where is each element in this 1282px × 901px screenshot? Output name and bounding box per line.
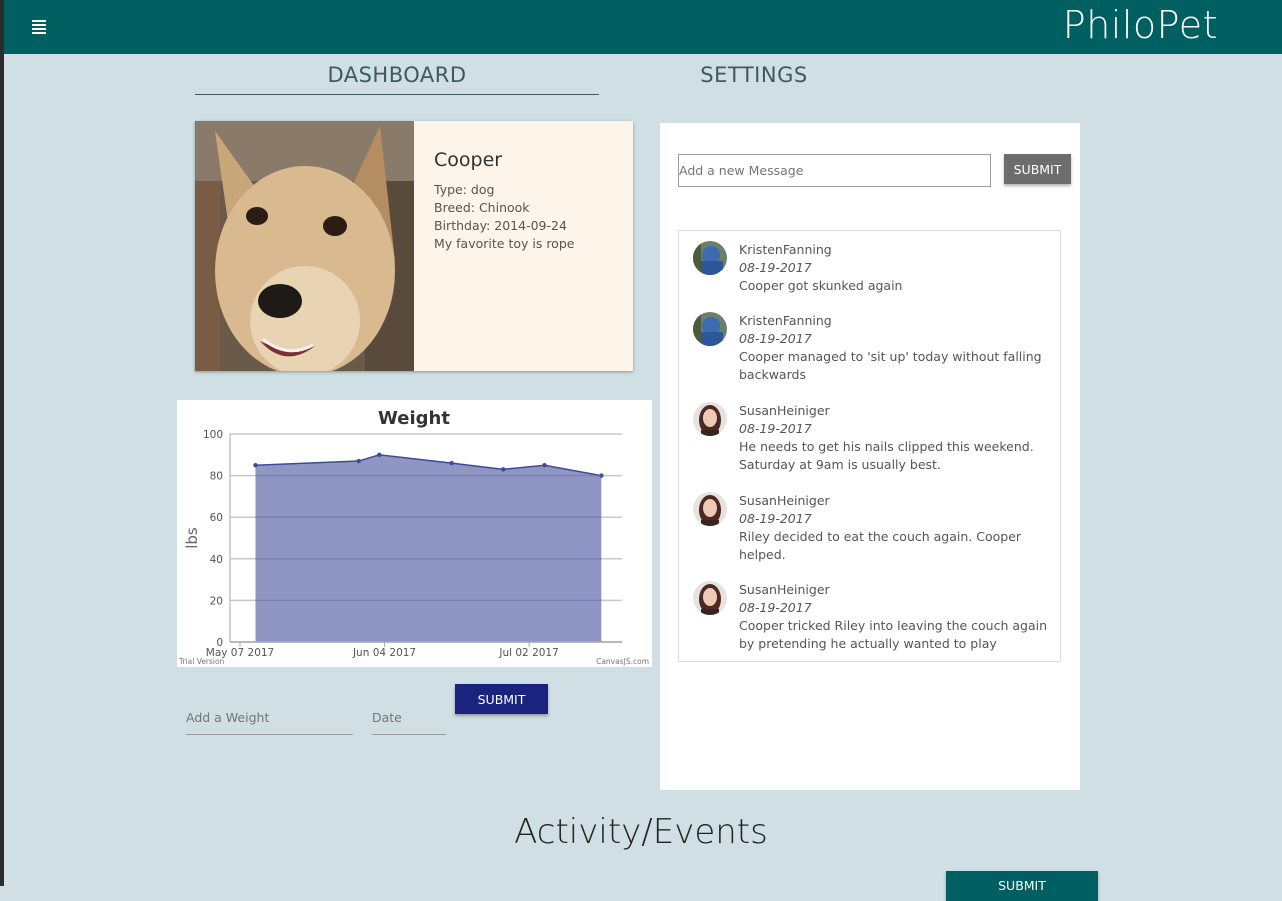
user-avatar bbox=[693, 402, 727, 436]
message-text: Riley decided to eat the couch again. Co… bbox=[739, 529, 1022, 562]
weight-point bbox=[542, 463, 547, 468]
message-date: 08-19-2017 bbox=[739, 511, 812, 526]
message-panel: SUBMIT KristenFanning 08-19-2017 Cooper go… bbox=[660, 123, 1080, 790]
message-content: KristenFanning 08-19-2017 Cooper got skunk… bbox=[739, 241, 1049, 295]
weight-chart-svg: Weight020406080100lbsMay 07 2017 Jun 04 2… bbox=[178, 408, 649, 666]
activity-events-title: Activity/Events bbox=[514, 812, 768, 852]
watermark-right: CanvasJS.com bbox=[596, 657, 649, 666]
window-edge bbox=[0, 0, 4, 886]
pet-photo bbox=[195, 121, 414, 371]
message-author: KristenFanning bbox=[739, 313, 832, 328]
message-date: 08-19-2017 bbox=[739, 260, 812, 275]
user-avatar bbox=[693, 241, 727, 275]
weight-point bbox=[253, 463, 258, 468]
x-tick-label: Jun 04 2017 bbox=[352, 647, 416, 659]
message-date: 08-19-2017 bbox=[739, 331, 812, 346]
message-author: KristenFanning bbox=[739, 242, 832, 257]
message-content: KristenFanning 08-19-2017 Cooper managed t… bbox=[739, 312, 1049, 384]
watermark-left: Trial Version bbox=[178, 657, 225, 666]
weight-submit-button[interactable]: SUBMIT bbox=[455, 684, 548, 714]
message-content: SusanHeiniger 08-19-2017 He needs to get h… bbox=[739, 402, 1049, 474]
message-date: 08-19-2017 bbox=[739, 600, 812, 615]
tab-settings[interactable]: SETTINGS bbox=[552, 60, 956, 94]
message-author: SusanHeiniger bbox=[739, 403, 830, 418]
weight-point bbox=[501, 467, 506, 472]
weight-chart: Weight 0 20 40 60 80 100 lbs May 07 2017 Jun 04 2… bbox=[177, 400, 652, 667]
x-tick-label: Jul 02 2017 bbox=[498, 647, 558, 659]
message-author: SusanHeiniger bbox=[739, 582, 830, 597]
message-submit-button[interactable]: SUBMIT bbox=[1004, 154, 1071, 184]
pet-name: Cooper bbox=[434, 149, 503, 171]
weight-point bbox=[377, 452, 382, 457]
tab-dashboard[interactable]: DASHBOARD bbox=[195, 60, 599, 95]
message-text: Cooper managed to 'sit up' today without… bbox=[739, 349, 1042, 382]
message-list: KristenFanning 08-19-2017 Cooper got skunk… bbox=[678, 230, 1061, 662]
user-avatar bbox=[693, 312, 727, 346]
events-submit-button[interactable]: SUBMIT bbox=[946, 871, 1098, 901]
pet-birthday: Birthday: 2014-09-24 bbox=[434, 218, 567, 233]
pet-favorite-toy: My favorite toy is rope bbox=[434, 236, 575, 251]
message-text: Cooper tricked Riley into leaving the co… bbox=[739, 618, 1048, 651]
message-date: 08-19-2017 bbox=[739, 421, 812, 436]
y-tick-label: 80 bbox=[210, 471, 223, 483]
top-app-bar: PhiloPet bbox=[4, 0, 1282, 54]
message-text: He needs to get his nails clipped this w… bbox=[739, 439, 1034, 472]
y-axis-label: lbs bbox=[183, 527, 201, 549]
pet-type: Type: dog bbox=[434, 182, 495, 197]
weight-area bbox=[255, 454, 602, 642]
message-author: SusanHeiniger bbox=[739, 493, 830, 508]
user-avatar bbox=[693, 581, 727, 615]
y-tick-label: 20 bbox=[210, 595, 223, 607]
user-avatar bbox=[693, 492, 727, 526]
message-input[interactable] bbox=[678, 154, 991, 187]
pet-breed: Breed: Chinook bbox=[434, 200, 530, 215]
pet-profile-card: Cooper Type: dog Breed: Chinook Birthday… bbox=[195, 121, 633, 371]
chart-title: Weight bbox=[378, 408, 450, 429]
message-content: SusanHeiniger 08-19-2017 Cooper tricked Ri… bbox=[739, 581, 1049, 653]
pet-info: Cooper Type: dog Breed: Chinook Birthday… bbox=[434, 149, 624, 253]
weight-point bbox=[449, 460, 454, 466]
hamburger-menu-icon[interactable] bbox=[32, 20, 46, 34]
brand-logo[interactable]: PhiloPet bbox=[1063, 3, 1218, 47]
weight-point bbox=[356, 458, 361, 464]
weight-input[interactable] bbox=[186, 700, 353, 735]
date-input[interactable] bbox=[372, 700, 446, 735]
y-tick-label: 60 bbox=[210, 512, 223, 524]
message-content: SusanHeiniger 08-19-2017 Riley decided to … bbox=[739, 492, 1049, 564]
y-tick-label: 100 bbox=[203, 429, 223, 441]
y-tick-label: 40 bbox=[210, 554, 223, 566]
message-text: Cooper got skunked again bbox=[739, 278, 903, 293]
